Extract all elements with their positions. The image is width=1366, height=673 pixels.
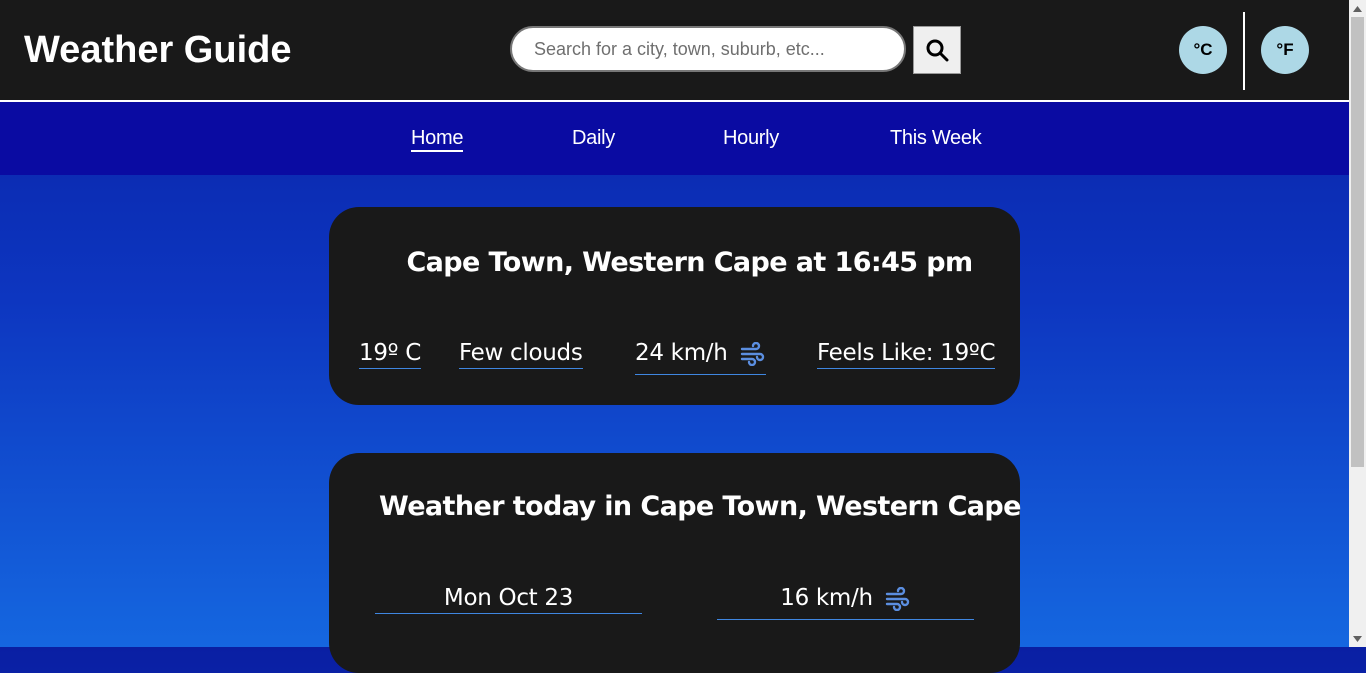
- current-weather-title: Cape Town, Western Cape at 16:45 pm: [406, 247, 973, 278]
- today-weather-title: Weather today in Cape Town, Western Cape: [379, 491, 1021, 522]
- wind-icon: [740, 341, 766, 372]
- nav-home[interactable]: Home: [411, 126, 463, 152]
- search-input[interactable]: [510, 26, 906, 72]
- scroll-down-arrow-icon[interactable]: [1349, 630, 1366, 647]
- today-date: Mon Oct 23: [375, 585, 642, 614]
- brand-title: Weather Guide: [24, 29, 292, 71]
- current-wind: 24 km/h: [635, 340, 766, 375]
- current-feels-like: Feels Like: 19ºC: [817, 340, 996, 369]
- today-weather-card: Weather today in Cape Town, Western Cape…: [329, 453, 1021, 673]
- fahrenheit-label: °F: [1276, 40, 1294, 59]
- nav-hourly[interactable]: Hourly: [723, 126, 779, 150]
- main-nav: Home Daily Hourly This Week: [0, 102, 1349, 175]
- current-temperature: 19º C: [359, 340, 421, 369]
- current-condition: Few clouds: [459, 340, 583, 369]
- search-icon: [926, 39, 949, 62]
- wind-icon: [885, 586, 911, 617]
- nav-this-week[interactable]: This Week: [890, 126, 982, 150]
- celsius-button[interactable]: °C: [1179, 26, 1227, 74]
- scrollbar-thumb[interactable]: [1351, 17, 1364, 467]
- top-header: Weather Guide °C °F: [0, 0, 1349, 102]
- scroll-up-arrow-icon[interactable]: [1349, 0, 1366, 17]
- fahrenheit-button[interactable]: °F: [1261, 26, 1309, 74]
- unit-divider: [1243, 12, 1245, 90]
- vertical-scrollbar[interactable]: [1349, 0, 1366, 647]
- nav-daily[interactable]: Daily: [572, 126, 615, 150]
- today-wind: 16 km/h: [717, 585, 974, 620]
- search-button[interactable]: [913, 26, 961, 74]
- celsius-label: °C: [1193, 40, 1213, 59]
- current-weather-card: Cape Town, Western Cape at 16:45 pm 19º …: [329, 207, 1020, 405]
